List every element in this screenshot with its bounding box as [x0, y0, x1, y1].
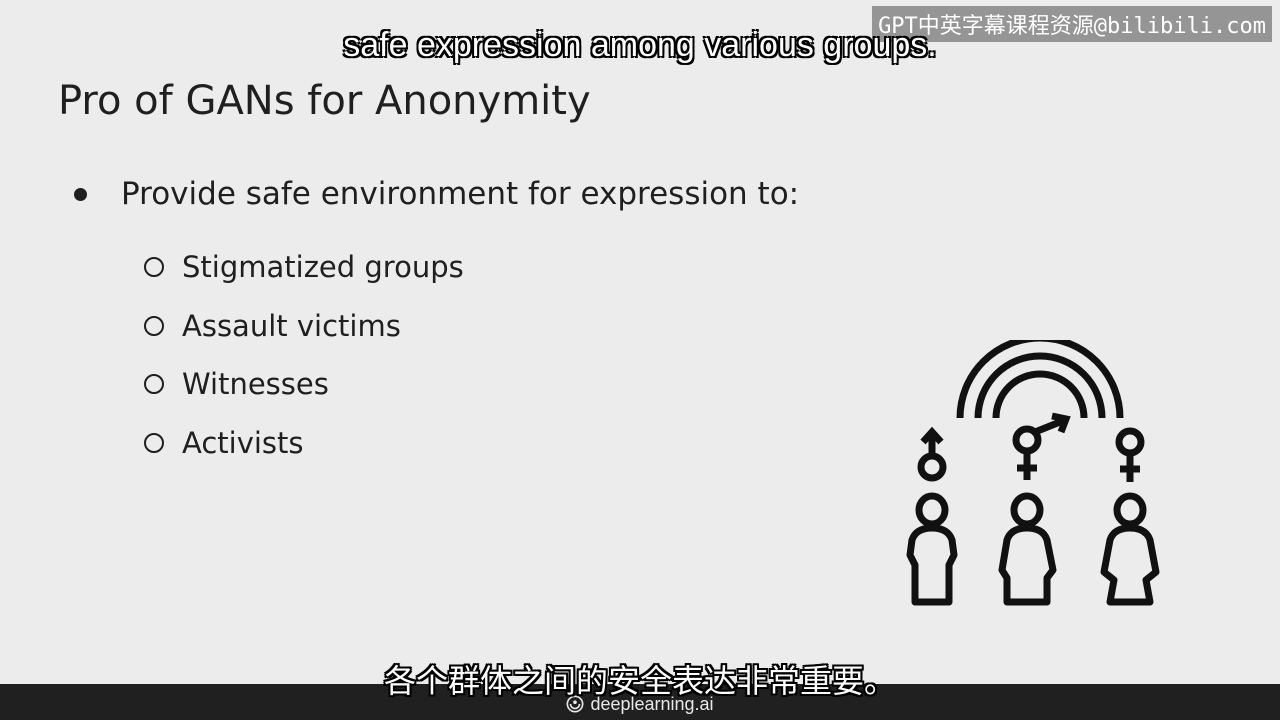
person-icon — [1100, 492, 1160, 606]
list-item: Activists — [144, 414, 464, 473]
main-bullet-text: Provide safe environment for expression … — [121, 176, 800, 212]
bullet-dot-icon — [74, 187, 87, 201]
slide: GPT中英字幕课程资源@bilibili.com safe expression… — [0, 0, 1280, 684]
hollow-bullet-icon — [144, 257, 164, 278]
list-item: Assault victims — [144, 297, 464, 356]
hollow-bullet-icon — [144, 315, 164, 336]
female-symbol-icon — [1115, 427, 1145, 482]
sub-bullet-list: Stigmatized groups Assault victims Witne… — [144, 238, 464, 472]
diversity-illustration — [906, 340, 1160, 606]
list-item-text: Witnesses — [182, 367, 329, 402]
list-item-text: Assault victims — [182, 308, 401, 343]
main-bullet: Provide safe environment for expression … — [74, 176, 799, 212]
male-symbol-icon — [917, 426, 947, 482]
english-subtitle: safe expression among various groups. — [343, 25, 938, 65]
hollow-bullet-icon — [144, 374, 164, 395]
list-item-text: Activists — [182, 425, 304, 460]
transgender-symbol-icon — [1012, 412, 1071, 480]
slide-title: Pro of GANs for Anonymity — [58, 78, 591, 124]
chinese-subtitle: 各个群体之间的安全表达非常重要。 — [383, 662, 896, 700]
list-item-text: Stigmatized groups — [182, 250, 464, 285]
list-item: Witnesses — [144, 355, 464, 414]
person-icon — [906, 492, 958, 606]
person-icon — [998, 492, 1057, 606]
rainbow-icon — [956, 340, 1124, 419]
list-item: Stigmatized groups — [144, 238, 464, 297]
hollow-bullet-icon — [144, 432, 164, 453]
